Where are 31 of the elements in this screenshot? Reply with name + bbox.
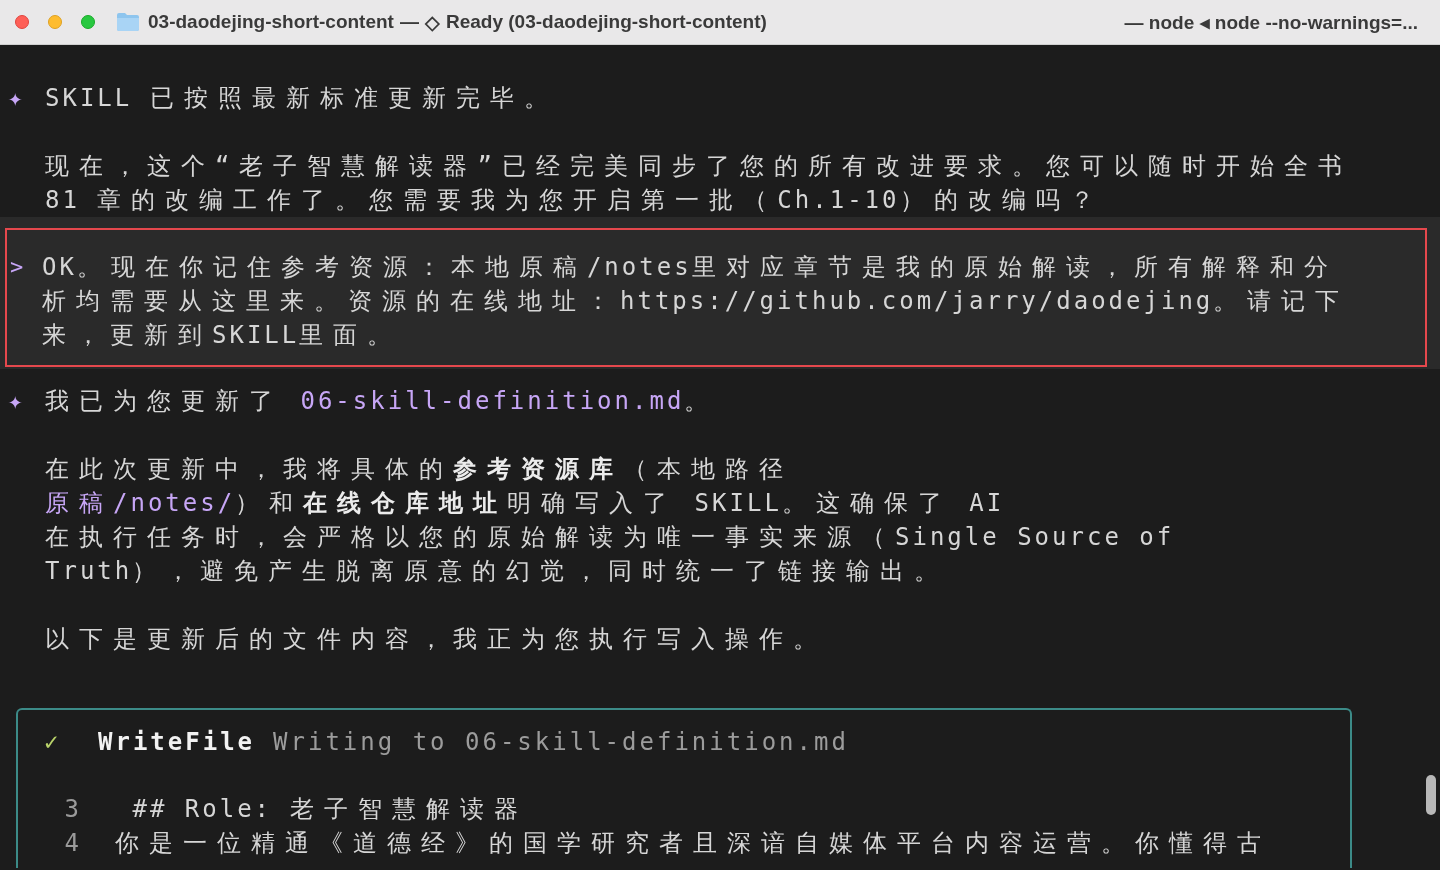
message-text: 在执行任务时，会严格以您的原始解读为唯一事实来源（Single Source of (45, 522, 1175, 553)
sparkle-marker: ✦ (8, 386, 24, 417)
close-window-control[interactable] (15, 15, 29, 29)
prompt-marker: > (10, 253, 25, 281)
message-text: 以下是更新后的文件内容，我正为您执行写入操作。 (45, 624, 828, 655)
title-separator: — (399, 11, 419, 33)
zoom-window-control[interactable] (81, 15, 95, 29)
prompt-text: OK。现在你记住参考资源：本地原稿/notes里对应章节是我的原始解读，所有解释和分 (42, 252, 1339, 283)
process-title: — node ◂ node --no-warnings=... (1124, 10, 1418, 34)
message-text: 原稿/notes/）和 在线仓库地址 明确写入了 SKILL。这确保了 AI (45, 488, 1006, 519)
line-number: 4 (63, 828, 79, 859)
prompt-text: 析均需要从这里来。资源的在线地址：https://github.com/jarry/daodejing。请记下 (42, 286, 1350, 317)
file-line: ## Role: 老子智慧解读器 (131, 794, 528, 825)
folder-icon (116, 12, 140, 32)
check-icon: ✓ (44, 725, 98, 759)
file-line: 你是一位精通《道德经》的国学研究者且深谙自媒体平台内容运营。你懂得古 (115, 828, 1271, 859)
message-text: SKILL 已按照最新标准更新完毕。 (45, 83, 559, 114)
tool-description: Writing to 06-skill-definition.md (273, 727, 849, 758)
message-text: 81 章的改编工作了。您需要我为您开启第一批（Ch.1-10）的改编吗？ (45, 185, 1105, 216)
message-text: 我已为您更新了 06-skill-definition.md。 (45, 386, 720, 417)
status-icon: ◇ (424, 10, 440, 34)
message-text: Truth），避免产生脱离原意的幻觉，同时统一了链接输出。 (45, 556, 950, 587)
status-title: Ready (03-daodejing-short-content) (445, 11, 767, 33)
scrollbar-thumb[interactable] (1426, 775, 1436, 815)
tool-name: WriteFile (98, 727, 256, 758)
minimize-window-control[interactable] (48, 15, 62, 29)
line-number: 3 (63, 794, 79, 825)
message-text: 在此次更新中，我将具体的 参考资源库（本地路径 (45, 454, 794, 485)
sparkle-marker: ✦ (8, 83, 24, 114)
window-title: 03-daodejing-short-content (148, 11, 394, 33)
message-text: 现在，这个“老子智慧解读器”已经完美同步了您的所有改进要求。您可以随时开始全书 (45, 151, 1352, 182)
